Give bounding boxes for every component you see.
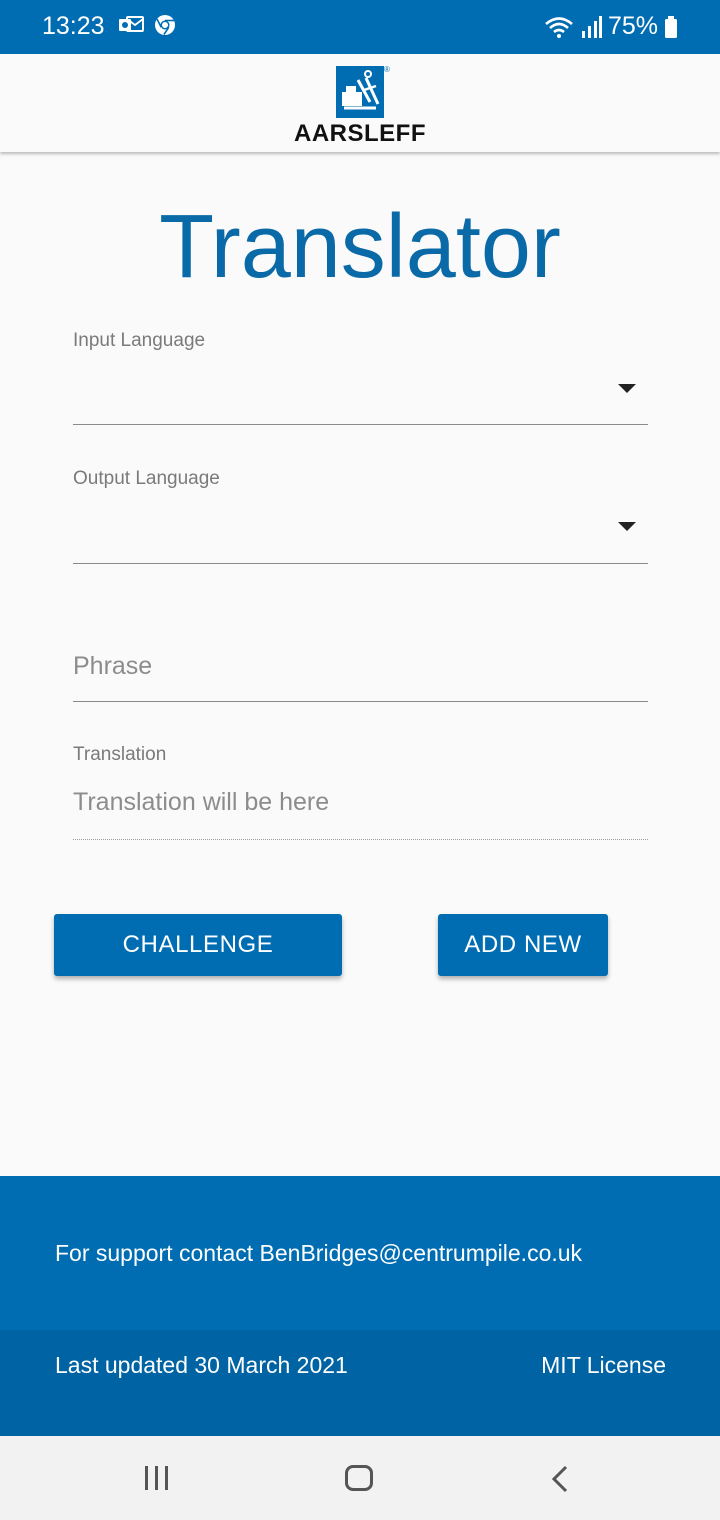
phrase-underline [73, 701, 648, 702]
last-updated: Last updated 30 March 2021 [55, 1352, 348, 1378]
add-new-button[interactable]: ADD NEW [438, 914, 608, 976]
back-icon[interactable] [550, 1465, 570, 1493]
page-title: Translator [159, 197, 561, 297]
status-time: 13:23 [42, 12, 105, 40]
translation-output: Translation will be here [73, 788, 330, 816]
aarsleff-logo-icon [336, 66, 384, 118]
recents-icon[interactable] [145, 1466, 168, 1490]
mit-license-link[interactable]: MIT License [541, 1352, 666, 1379]
output-language-underline [73, 563, 648, 564]
support-contact[interactable]: For support contact BenBridges@centrumpi… [55, 1240, 582, 1267]
input-language-underline [73, 424, 648, 425]
home-icon[interactable] [345, 1465, 373, 1491]
wifi-icon [545, 16, 573, 38]
battery-icon [665, 15, 677, 38]
challenge-button[interactable]: CHALLENGE [54, 914, 342, 976]
status-bar: 13:23 75% [0, 0, 720, 54]
app-header: ® AARSLEFF [0, 54, 720, 152]
battery-percent: 75% [607, 12, 658, 40]
chrome-icon [155, 15, 175, 35]
logo-text: AARSLEFF [294, 120, 426, 147]
output-language-label: Output Language [73, 468, 220, 489]
translation-underline [73, 839, 648, 840]
phrase-placeholder[interactable]: Phrase [73, 652, 152, 681]
registered-mark: ® [384, 65, 390, 74]
translation-label: Translation [73, 744, 167, 765]
system-status: 75% [544, 12, 678, 41]
notification-icons [118, 14, 176, 36]
dropdown-arrow-icon[interactable] [618, 522, 636, 531]
dropdown-arrow-icon[interactable] [618, 384, 636, 393]
signal-icon [581, 15, 602, 38]
footer-info-section [0, 1330, 720, 1436]
outlook-icon [119, 16, 144, 32]
input-language-label: Input Language [73, 330, 206, 351]
